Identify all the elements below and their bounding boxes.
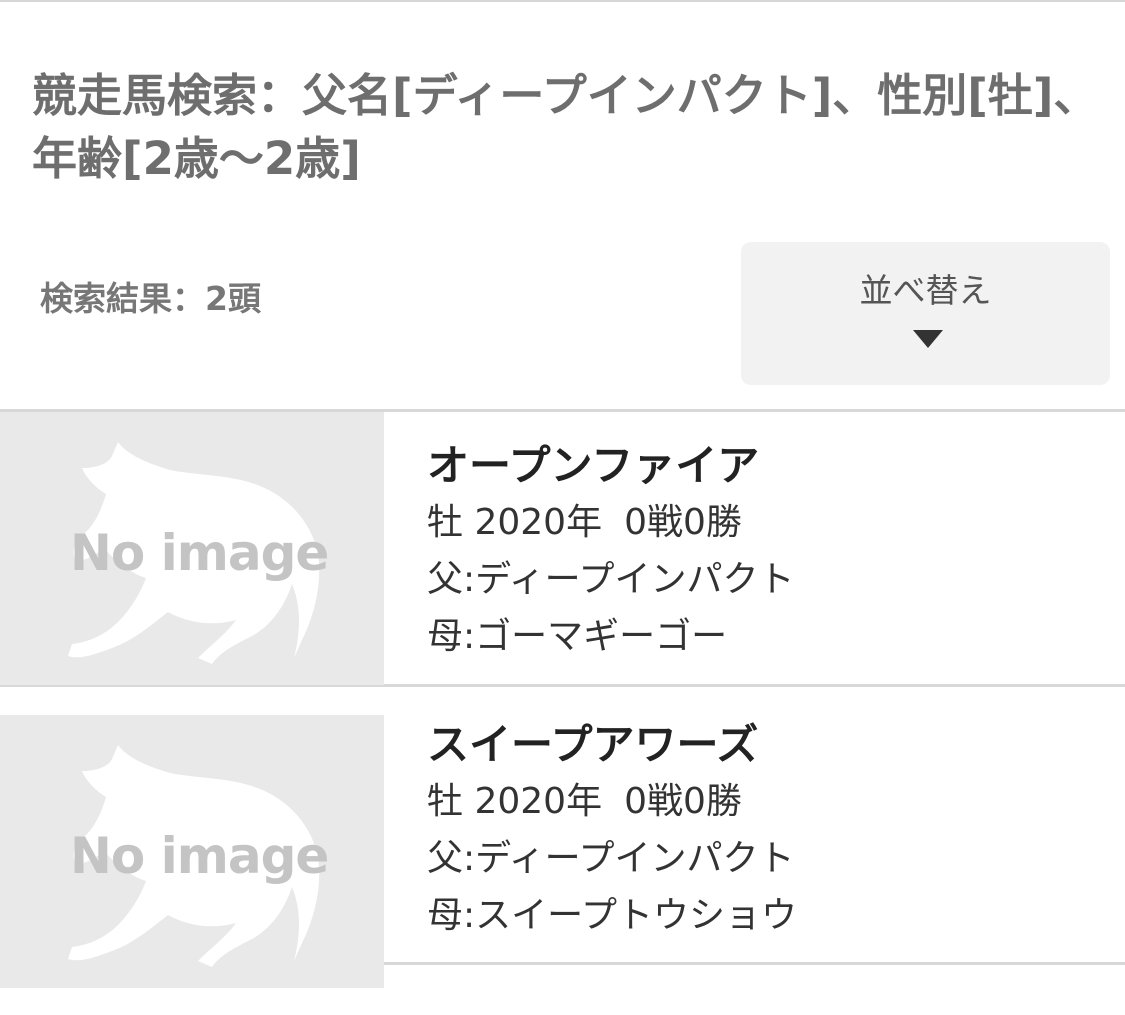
horse-record: 0戦0勝 xyxy=(624,502,742,543)
horse-birth-year: 2020年 xyxy=(474,781,603,822)
no-image-label: No image xyxy=(70,827,329,885)
no-image-label: No image xyxy=(70,524,329,582)
horse-name[interactable]: スイープアワーズ xyxy=(427,717,797,773)
horse-profile: 牡 2020年 0戦0勝 xyxy=(427,773,797,830)
horse-profile: 牡 2020年 0戦0勝 xyxy=(427,494,794,551)
horse-info: スイープアワーズ 牡 2020年 0戦0勝 父:ディープインパクト 母:スイープト… xyxy=(427,717,797,944)
horse-sex: 牡 xyxy=(427,502,464,543)
list-item[interactable]: No image スイープアワーズ 牡 2020年 0戦0勝 父:ディープインパク… xyxy=(0,687,1125,988)
horse-sire: 父:ディープインパクト xyxy=(427,559,795,600)
result-count: 検索結果：2頭 xyxy=(40,279,261,318)
sort-button[interactable]: 並べ替え xyxy=(741,242,1110,385)
horse-dam: 母:ゴーマギーゴー xyxy=(427,616,728,657)
horse-thumbnail: No image xyxy=(0,412,384,685)
horse-list: No image オープンファイア 牡 2020年 0戦0勝 父:ディープインパク… xyxy=(0,409,1125,988)
triangle-down-icon xyxy=(913,330,943,348)
horse-sex: 牡 xyxy=(427,781,464,822)
horse-info: オープンファイア 牡 2020年 0戦0勝 父:ディープインパクト 母:ゴーマギー… xyxy=(427,438,794,665)
list-item[interactable]: No image オープンファイア 牡 2020年 0戦0勝 父:ディープインパク… xyxy=(0,412,1125,687)
horse-record: 0戦0勝 xyxy=(624,781,742,822)
horse-thumbnail: No image xyxy=(0,715,384,988)
horse-dam: 母:スイープトウショウ xyxy=(427,895,797,936)
sort-button-label: 並べ替え xyxy=(859,271,992,310)
horse-name[interactable]: オープンファイア xyxy=(427,438,794,494)
horse-birth-year: 2020年 xyxy=(474,502,603,543)
page: 競走馬検索：父名[ディープインパクト]、性別[牡]、年齢[2歳〜2歳] 検索結果… xyxy=(0,0,1125,1015)
horse-sire: 父:ディープインパクト xyxy=(427,838,795,879)
page-title: 競走馬検索：父名[ディープインパクト]、性別[牡]、年齢[2歳〜2歳] xyxy=(32,69,1099,185)
